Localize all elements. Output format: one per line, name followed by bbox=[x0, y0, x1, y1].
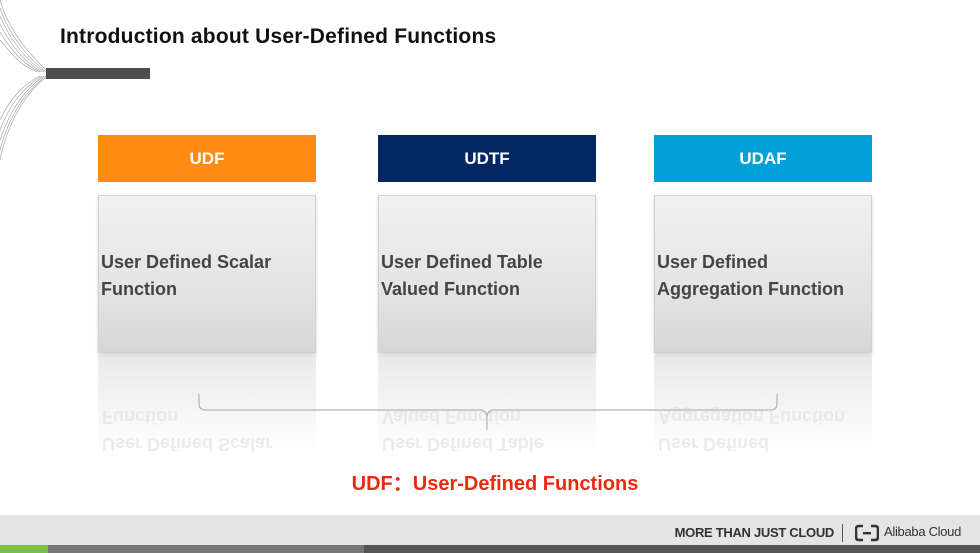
udaf-header: UDAF bbox=[654, 135, 872, 182]
udtf-description: User Defined Table Valued Function bbox=[381, 249, 591, 303]
udaf-description: User Defined Aggregation Function bbox=[657, 249, 867, 303]
udtf-card: User Defined Table Valued Function bbox=[378, 195, 596, 353]
udf-description-line-1: User Defined Scalar bbox=[101, 252, 272, 272]
udf-header: UDF bbox=[98, 135, 316, 182]
udtf-header: UDTF bbox=[378, 135, 596, 182]
grouping-brace bbox=[198, 394, 778, 430]
slide: Introduction about User-Defined Function… bbox=[0, 0, 980, 553]
title-underline-bar bbox=[46, 68, 150, 79]
slide-progress-fill bbox=[0, 545, 49, 553]
udaf-description-line-1: User Defined bbox=[657, 252, 769, 272]
slide-title: Introduction about User-Defined Function… bbox=[60, 25, 497, 48]
udf-card: User Defined Scalar Function bbox=[98, 195, 316, 353]
slide-progress-bar bbox=[0, 545, 980, 553]
footer-tagline: MORE THAN JUST CLOUD bbox=[674, 525, 835, 540]
udf-reflection-line-1: User Defined Scalar bbox=[102, 434, 273, 454]
udf-definition-subtitle: UDF：User-Defined Functions bbox=[351, 473, 639, 495]
footer-brand: Alibaba Cloud bbox=[884, 524, 962, 539]
udaf-reflection-line-1: User Defined bbox=[658, 434, 770, 454]
udtf-reflection-line-1: User Defined Table bbox=[382, 434, 544, 454]
udtf-description-line-1: User Defined Table bbox=[381, 252, 543, 272]
alibaba-cloud-logo-icon bbox=[855, 524, 879, 542]
udtf-description-line-2: Valued Function bbox=[381, 279, 521, 299]
udf-description-line-2: Function bbox=[101, 279, 177, 299]
decorative-swoosh-lines bbox=[0, 0, 49, 161]
udaf-card: User Defined Aggregation Function bbox=[654, 195, 872, 353]
slide-progress-buffer bbox=[48, 545, 364, 553]
udaf-description-line-2: Aggregation Function bbox=[657, 279, 844, 299]
footer-separator bbox=[842, 524, 843, 542]
udf-description: User Defined Scalar Function bbox=[101, 249, 311, 303]
